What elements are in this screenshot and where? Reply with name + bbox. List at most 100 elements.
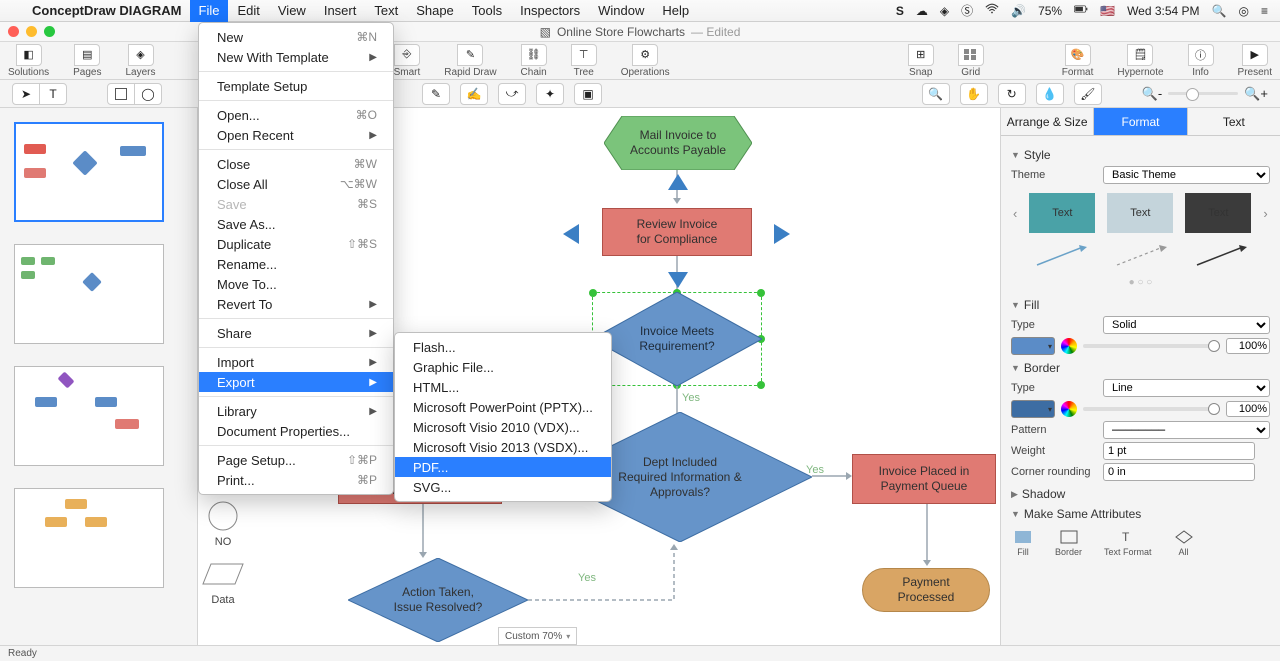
toolgrp-info[interactable]: ⓘInfo	[1188, 44, 1214, 78]
prev-theme[interactable]: ‹	[1013, 206, 1017, 221]
pattern-select[interactable]: ────────	[1103, 421, 1270, 439]
rotate-tool[interactable]: ↻	[998, 83, 1026, 105]
file-menu-item[interactable]: New⌘N	[199, 27, 393, 47]
weight-input[interactable]	[1103, 442, 1255, 460]
border-opacity-value[interactable]	[1226, 401, 1270, 417]
shape-invoice-meets[interactable]: Invoice MeetsRequirement?	[592, 292, 762, 386]
menu-tools[interactable]: Tools	[463, 0, 511, 22]
toolgrp-layers[interactable]: ◈Layers	[126, 44, 156, 78]
notifications-icon[interactable]: ≡	[1261, 4, 1268, 18]
minimize-window[interactable]	[26, 26, 37, 37]
file-menu-item[interactable]: Close All⌥⌘W	[199, 174, 393, 194]
pointer-tool[interactable]: ➤	[12, 83, 40, 105]
file-menu-item[interactable]: New With Template▶	[199, 47, 393, 67]
section-border[interactable]: Border	[1011, 361, 1270, 375]
siri-icon[interactable]: ◎	[1239, 4, 1249, 18]
menu-insert[interactable]: Insert	[315, 0, 366, 22]
nav-left-icon[interactable]	[563, 224, 579, 244]
theme-select[interactable]: Basic Theme	[1103, 166, 1270, 184]
export-menu-item[interactable]: HTML...	[395, 377, 611, 397]
file-menu[interactable]: New⌘NNew With Template▶ Template Setup Ope…	[198, 22, 394, 495]
toolgrp-grid[interactable]: Grid	[958, 44, 984, 78]
menu-window[interactable]: Window	[589, 0, 653, 22]
file-menu-item[interactable]: Revert To▶	[199, 294, 393, 314]
traffic-lights[interactable]	[8, 26, 55, 37]
pen-tool[interactable]: ✎	[422, 83, 450, 105]
attr-fill[interactable]: Fill	[1013, 529, 1033, 557]
zoom-select[interactable]: Custom 70%	[498, 627, 577, 645]
bezier-tool[interactable]: ✍	[460, 83, 488, 105]
shape-payment-processed[interactable]: PaymentProcessed	[862, 568, 990, 612]
fill-opacity-value[interactable]	[1226, 338, 1270, 354]
tab-text[interactable]: Text	[1188, 108, 1280, 135]
border-opacity-slider[interactable]	[1083, 407, 1220, 411]
file-menu-item[interactable]: Print...⌘P	[199, 470, 393, 490]
page-thumb-3[interactable]	[14, 366, 164, 466]
pager-dots[interactable]: ● ○ ○	[1011, 277, 1270, 292]
zoom-tool[interactable]: 🔍	[922, 83, 950, 105]
theme-swatch-1[interactable]: Text	[1029, 193, 1095, 233]
file-menu-item[interactable]: Template Setup	[199, 76, 393, 96]
tab-arrange-size[interactable]: Arrange & Size	[1001, 108, 1094, 135]
rect-shape[interactable]	[107, 83, 135, 105]
zoom-slider[interactable]: 🔍- 🔍+	[1142, 86, 1268, 102]
nav-up-icon[interactable]	[668, 174, 688, 190]
page-thumb-4[interactable]	[14, 488, 164, 588]
section-make-same[interactable]: Make Same Attributes	[1011, 507, 1270, 521]
tab-format[interactable]: Format	[1094, 108, 1187, 135]
stencil-no[interactable]: NO	[199, 498, 247, 548]
attr-text-format[interactable]: TText Format	[1104, 529, 1152, 557]
toolgrp-format[interactable]: 🎨Format	[1062, 44, 1094, 78]
menu-help[interactable]: Help	[653, 0, 698, 22]
export-menu-item[interactable]: Flash...	[395, 337, 611, 357]
file-menu-item[interactable]: Export▶	[199, 372, 393, 392]
fill-type-select[interactable]: Solid	[1103, 316, 1270, 334]
image-tool[interactable]: ▣	[574, 83, 602, 105]
export-menu-item[interactable]: Microsoft PowerPoint (PPTX)...	[395, 397, 611, 417]
nav-right-icon[interactable]	[774, 224, 790, 244]
next-theme[interactable]: ›	[1263, 206, 1267, 221]
shape-queue[interactable]: Invoice Placed inPayment Queue	[852, 454, 996, 504]
file-menu-item[interactable]: Move To...	[199, 274, 393, 294]
section-shadow[interactable]: Shadow	[1011, 487, 1270, 501]
file-menu-item[interactable]: Duplicate⇧⌘S	[199, 234, 393, 254]
file-menu-item[interactable]: Open Recent▶	[199, 125, 393, 145]
theme-swatch-3[interactable]: Text	[1185, 193, 1251, 233]
attr-border[interactable]: Border	[1055, 529, 1082, 557]
toolgrp-present[interactable]: ▶Present	[1238, 44, 1272, 78]
border-color-wheel-icon[interactable]	[1061, 401, 1077, 417]
section-fill[interactable]: Fill	[1011, 298, 1270, 312]
file-menu-item[interactable]: Share▶	[199, 323, 393, 343]
file-menu-item[interactable]: Save⌘S	[199, 194, 393, 214]
star-tool[interactable]: ✦	[536, 83, 564, 105]
export-menu-item[interactable]: Microsoft Visio 2010 (VDX)...	[395, 417, 611, 437]
toolgrp-ops[interactable]: ⚙Operations	[621, 44, 670, 78]
attr-all[interactable]: All	[1174, 529, 1194, 557]
zoom-out-icon[interactable]: 🔍-	[1142, 86, 1163, 102]
spotlight-icon[interactable]: 🔍	[1212, 4, 1227, 18]
export-submenu[interactable]: Flash...Graphic File...HTML...Microsoft …	[394, 332, 612, 502]
page-thumb-2[interactable]	[14, 244, 164, 344]
corner-input[interactable]	[1103, 463, 1255, 481]
file-menu-item[interactable]: Close⌘W	[199, 154, 393, 174]
app-name[interactable]: ConceptDraw DIAGRAM	[24, 3, 190, 18]
menu-edit[interactable]: Edit	[228, 0, 268, 22]
shape-review-invoice[interactable]: Review Invoicefor Compliance	[602, 208, 752, 256]
toolgrp-smart[interactable]: ⎆Smart	[394, 44, 421, 78]
export-menu-item[interactable]: Microsoft Visio 2013 (VSDX)...	[395, 437, 611, 457]
toolgrp-solutions[interactable]: ◧Solutions	[8, 44, 49, 78]
toolgrp-hypernote[interactable]: 🗒Hypernote	[1117, 44, 1163, 78]
stencil-data[interactable]: Data	[199, 556, 247, 606]
export-menu-item[interactable]: SVG...	[395, 477, 611, 497]
file-menu-item[interactable]: Import▶	[199, 352, 393, 372]
menu-view[interactable]: View	[269, 0, 315, 22]
toolgrp-tree[interactable]: ⊤Tree	[571, 44, 597, 78]
shape-mail-invoice[interactable]: Mail Invoice toAccounts Payable	[604, 116, 752, 170]
theme-swatch-2[interactable]: Text	[1107, 193, 1173, 233]
file-menu-item[interactable]: Open...⌘O	[199, 105, 393, 125]
file-menu-item[interactable]: Document Properties...	[199, 421, 393, 441]
menu-shape[interactable]: Shape	[407, 0, 463, 22]
menu-file[interactable]: File	[190, 0, 229, 22]
section-style[interactable]: Style	[1011, 148, 1270, 162]
close-window[interactable]	[8, 26, 19, 37]
